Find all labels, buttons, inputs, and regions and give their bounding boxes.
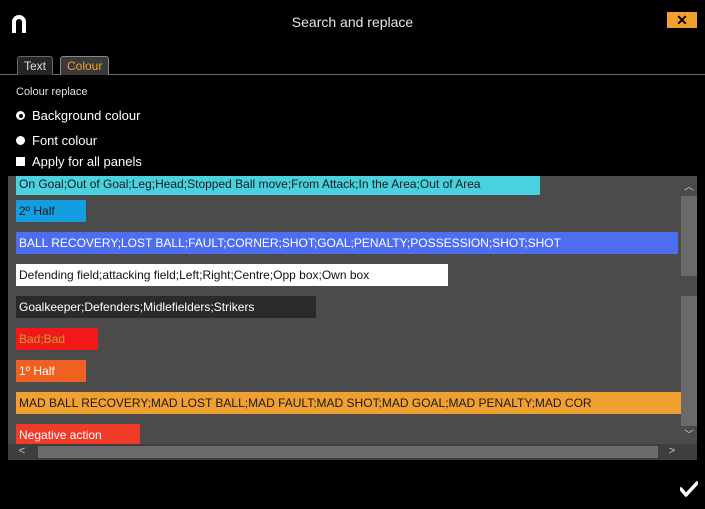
apply-all-panels[interactable]: Apply for all panels xyxy=(16,154,142,169)
chevron-right-icon[interactable]: > xyxy=(664,445,680,457)
tab-colour[interactable]: Colour xyxy=(60,56,110,75)
radio-selected-icon[interactable] xyxy=(16,111,25,120)
scroll-thumb[interactable] xyxy=(38,446,658,458)
title-bar: Search and replace ✕ xyxy=(0,0,705,46)
horizontal-scrollbar[interactable]: < > xyxy=(8,444,697,460)
option-background-colour[interactable]: Background colour xyxy=(16,108,140,123)
list-item[interactable]: Bad;Bad xyxy=(16,328,98,350)
scroll-thumb[interactable] xyxy=(681,296,697,426)
close-icon: ✕ xyxy=(676,11,688,28)
list-item[interactable]: 2º Half xyxy=(16,200,86,222)
option-font-colour[interactable]: Font colour xyxy=(16,133,97,148)
window-title: Search and replace xyxy=(291,14,414,30)
list-item[interactable]: On Goal;Out of Goal;Leg;Head;Stopped Bal… xyxy=(16,176,540,195)
option-label: Background colour xyxy=(32,108,141,123)
scroll-thumb[interactable] xyxy=(681,196,697,276)
chevron-down-icon[interactable]: ﹀ xyxy=(681,426,697,441)
confirm-checkmark-icon[interactable] xyxy=(680,480,698,498)
radio-icon[interactable] xyxy=(16,136,25,145)
checkbox-label: Apply for all panels xyxy=(32,154,142,169)
tab-text[interactable]: Text xyxy=(17,56,54,75)
chevron-up-icon[interactable]: ︿ xyxy=(681,178,697,193)
list-item[interactable]: Negative action xyxy=(16,424,140,446)
checkbox-icon[interactable] xyxy=(16,157,25,166)
list-item[interactable]: 1º Half xyxy=(16,360,86,382)
list-item[interactable]: Defending field;attacking field;Left;Rig… xyxy=(16,264,448,286)
chevron-left-icon[interactable]: < xyxy=(14,445,30,457)
list-item[interactable]: Goalkeeper;Defenders;Midlefielders;Strik… xyxy=(16,296,316,318)
section-title: Colour replace xyxy=(16,86,88,98)
colour-list[interactable]: On Goal;Out of Goal;Leg;Head;Stopped Bal… xyxy=(8,176,697,460)
list-item[interactable]: MAD BALL RECOVERY;MAD LOST BALL;MAD FAUL… xyxy=(16,392,681,414)
list-item[interactable]: BALL RECOVERY;LOST BALL;FAULT;CORNER;SHO… xyxy=(16,232,678,254)
close-button[interactable]: ✕ xyxy=(667,12,697,28)
option-label: Font colour xyxy=(32,133,98,148)
vertical-scrollbar[interactable]: ︿ ﹀ xyxy=(681,176,697,444)
